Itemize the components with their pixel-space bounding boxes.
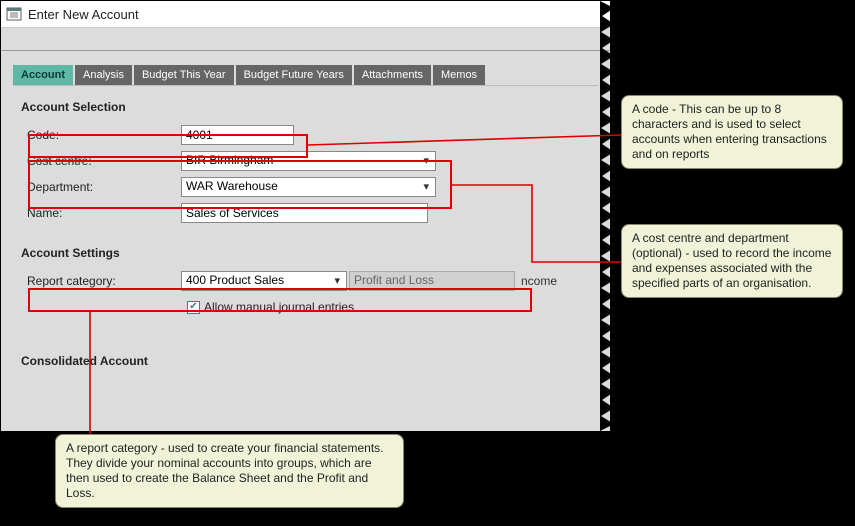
report-type-field: Profit and Loss: [349, 271, 515, 291]
label-cost-centre: Cost centre:: [21, 154, 181, 168]
label-department: Department:: [21, 180, 181, 194]
window-title: Enter New Account: [28, 7, 139, 22]
tab-attachments[interactable]: Attachments: [354, 65, 431, 85]
annotation-code: A code - This can be up to 8 characters …: [621, 95, 843, 169]
tab-budget-this-year[interactable]: Budget This Year: [134, 65, 234, 85]
section-consolidated-account: Consolidated Account: [21, 354, 590, 368]
department-dropdown[interactable]: WAR Warehouse: [181, 177, 436, 197]
row-code: Code:: [21, 124, 590, 146]
allow-manual-checkbox-row: ✔ Allow manual journal entries: [187, 300, 590, 314]
title-bar: Enter New Account: [1, 1, 610, 28]
row-cost-centre: Cost centre: BIR Birmingham: [21, 150, 590, 172]
code-input[interactable]: [181, 125, 294, 145]
tab-strip: Account Analysis Budget This Year Budget…: [13, 65, 598, 85]
ribbon-bar: [1, 28, 610, 51]
cutoff-text: ncome: [521, 274, 557, 288]
cost-centre-dropdown[interactable]: BIR Birmingham: [181, 151, 436, 171]
row-department: Department: WAR Warehouse: [21, 176, 590, 198]
torn-edge-decoration: [600, 1, 614, 431]
tab-account[interactable]: Account: [13, 65, 73, 85]
department-value: WAR Warehouse: [186, 179, 278, 193]
allow-manual-checkbox[interactable]: ✔: [187, 301, 200, 314]
annotation-reportcat: A report category - used to create your …: [55, 434, 404, 508]
app-icon: [6, 6, 22, 22]
label-report-category: Report category:: [21, 274, 181, 288]
tab-budget-future-years[interactable]: Budget Future Years: [236, 65, 352, 85]
annotation-ccdept: A cost centre and department (optional) …: [621, 224, 843, 298]
row-report-category: Report category: 400 Product Sales Profi…: [21, 270, 590, 292]
cost-centre-value: BIR Birmingham: [186, 153, 273, 167]
allow-manual-label: Allow manual journal entries: [204, 300, 354, 314]
account-panel: Account Selection Code: Cost centre: BIR…: [13, 85, 598, 388]
report-category-dropdown[interactable]: 400 Product Sales: [181, 271, 347, 291]
row-name: Name:: [21, 202, 590, 224]
label-code: Code:: [21, 128, 181, 142]
window-body: Account Analysis Budget This Year Budget…: [1, 51, 610, 431]
report-category-value: 400 Product Sales: [186, 273, 284, 287]
section-account-selection: Account Selection: [21, 100, 590, 114]
tab-memos[interactable]: Memos: [433, 65, 485, 85]
name-input[interactable]: [181, 203, 428, 223]
section-account-settings: Account Settings: [21, 246, 590, 260]
label-name: Name:: [21, 206, 181, 220]
tab-analysis[interactable]: Analysis: [75, 65, 132, 85]
window: Enter New Account Account Analysis Budge…: [1, 1, 610, 431]
